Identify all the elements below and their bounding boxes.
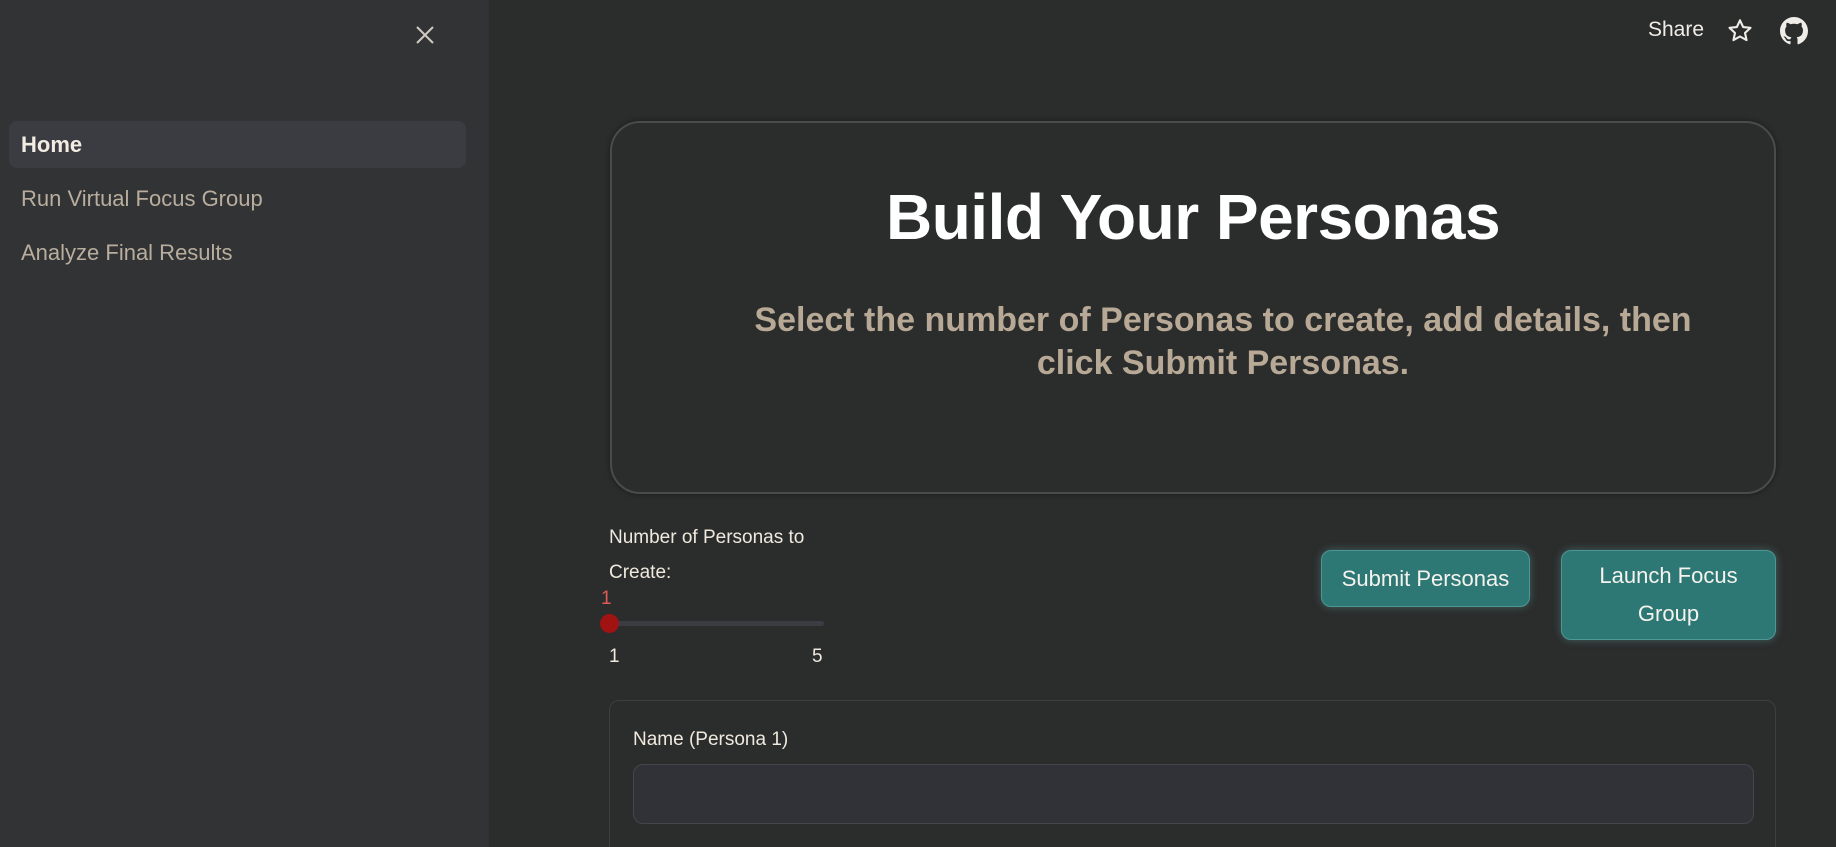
slider-max-label: 5	[812, 646, 823, 667]
persona-name-label: Name (Persona 1)	[633, 729, 789, 750]
sidebar-item-home[interactable]: Home	[9, 121, 466, 168]
persona-count-slider-track[interactable]	[609, 621, 824, 626]
close-icon	[416, 26, 434, 44]
close-sidebar-button[interactable]	[410, 20, 440, 50]
persona-count-slider-thumb[interactable]	[600, 614, 619, 633]
persona-count-label: Number of Personas to Create:	[609, 527, 805, 583]
star-icon	[1728, 19, 1752, 42]
page-title: Build Your Personas	[885, 181, 1501, 253]
slider-min-label: 1	[609, 646, 620, 667]
sidebar-item-run-virtual-focus-group[interactable]: Run Virtual Focus Group	[9, 175, 466, 222]
app-root: Home Run Virtual Focus Group Analyze Fin…	[0, 0, 1836, 847]
persona-form-card: Name (Persona 1)	[609, 700, 1776, 847]
github-button[interactable]	[1780, 17, 1808, 45]
submit-personas-button[interactable]: Submit Personas	[1321, 550, 1530, 607]
hero-card: Build Your Personas Select the number of…	[610, 121, 1776, 494]
persona-count-value: 1	[601, 588, 612, 609]
launch-focus-group-button[interactable]: Launch Focus Group	[1561, 550, 1776, 640]
top-toolbar: Share	[1536, 0, 1836, 62]
share-button[interactable]: Share	[1648, 18, 1704, 42]
sidebar-item-analyze-final-results[interactable]: Analyze Final Results	[9, 229, 466, 276]
sidebar-nav: Home Run Virtual Focus Group Analyze Fin…	[9, 121, 466, 283]
persona-name-input[interactable]	[633, 764, 1754, 824]
star-button[interactable]	[1726, 17, 1754, 45]
page-subtitle: Select the number of Personas to create,…	[754, 301, 1692, 382]
sidebar: Home Run Virtual Focus Group Analyze Fin…	[0, 0, 489, 847]
github-icon	[1780, 17, 1808, 45]
